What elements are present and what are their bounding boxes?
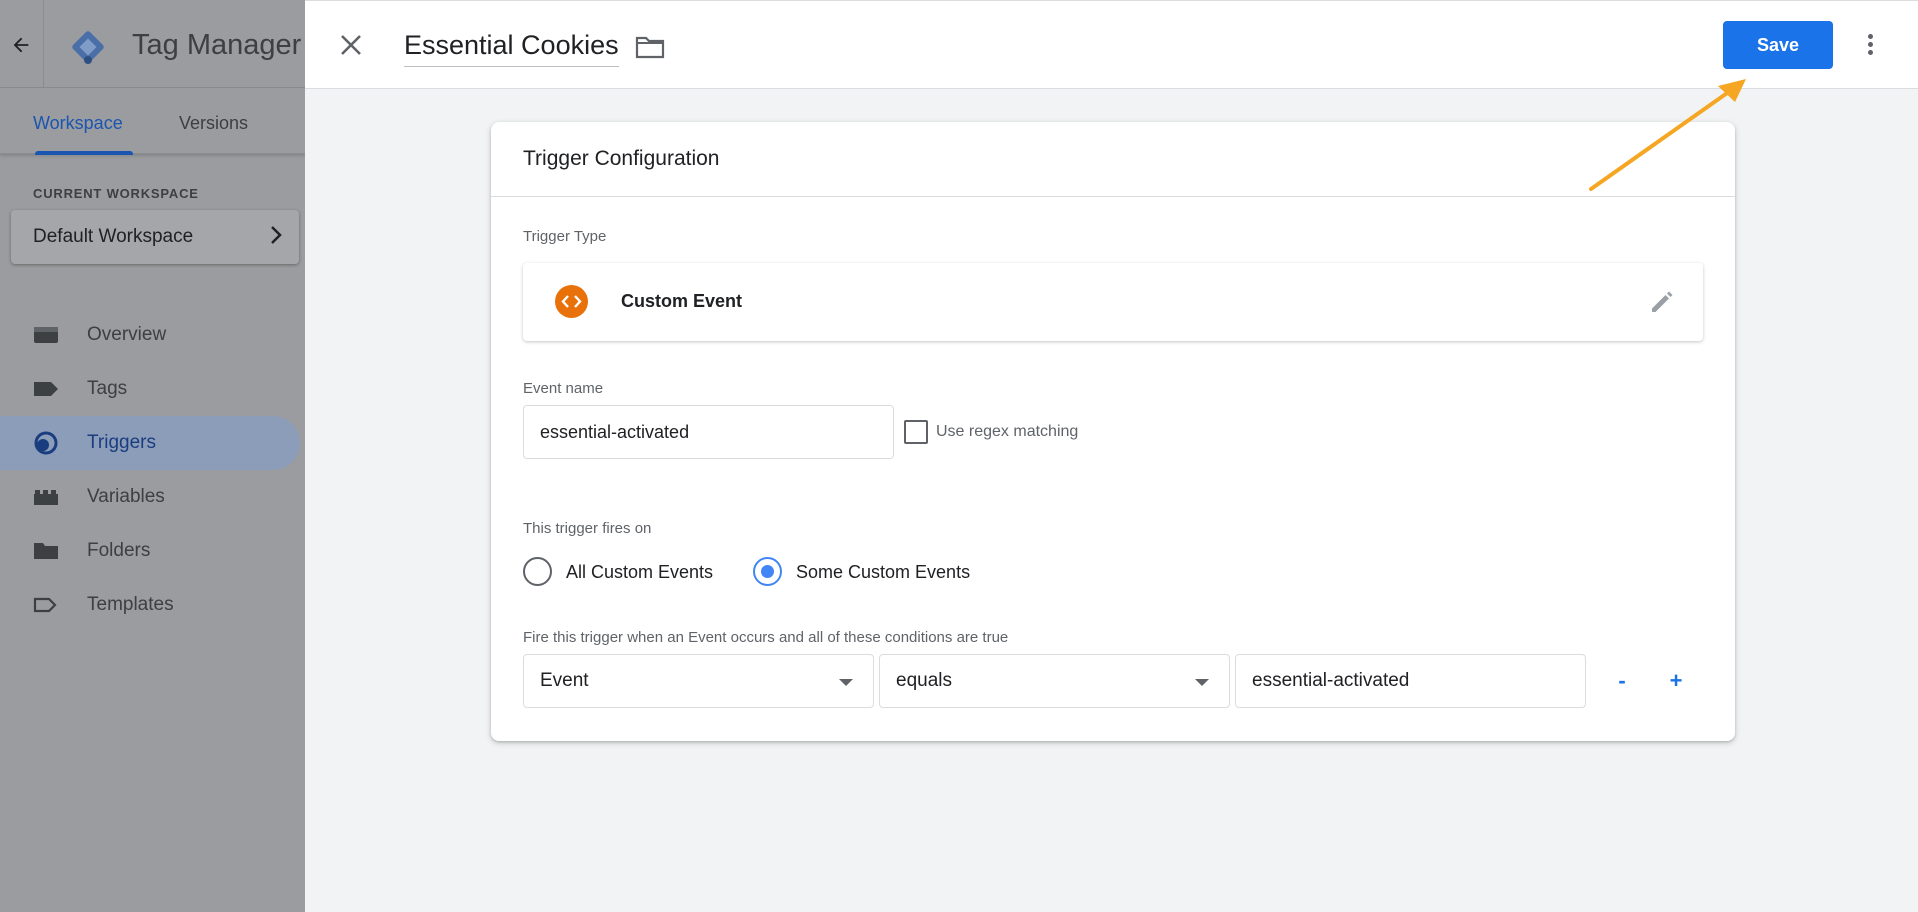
- condition-label: Fire this trigger when an Event occurs a…: [523, 629, 1009, 646]
- event-name-label: Event name: [523, 380, 604, 397]
- sidebar-item-label: Folders: [87, 540, 151, 561]
- event-name-input[interactable]: [523, 405, 894, 459]
- app-sidebar: Tag Manager Workspace Versions CURRENT W…: [0, 0, 305, 912]
- radio-label: All Custom Events: [566, 562, 714, 582]
- sidebar-item-label: Templates: [87, 594, 174, 615]
- trigger-icon: [33, 431, 59, 455]
- select-value: Event: [540, 670, 589, 691]
- close-icon[interactable]: [337, 31, 365, 59]
- sidebar-item-triggers[interactable]: Triggers: [0, 416, 300, 470]
- chevron-right-icon: [269, 224, 283, 252]
- condition-operator-select[interactable]: equals: [879, 654, 1230, 708]
- sidebar-item-label: Overview: [87, 324, 167, 345]
- fires-on-label: This trigger fires on: [523, 520, 652, 537]
- sidebar-item-label: Tags: [87, 378, 128, 399]
- card-title: Trigger Configuration: [523, 147, 720, 170]
- sidebar-item-variables[interactable]: Variables: [0, 470, 300, 524]
- pencil-edit-icon[interactable]: [1649, 289, 1675, 315]
- overview-icon: [33, 325, 59, 345]
- sidebar-item-folders[interactable]: Folders: [0, 524, 300, 578]
- tag-icon: [33, 379, 59, 399]
- select-value: equals: [896, 670, 952, 691]
- trigger-type-name: Custom Event: [621, 291, 743, 311]
- tag-manager-logo-icon: [68, 27, 108, 67]
- card-divider: [491, 196, 1735, 197]
- workspace-name: Default Workspace: [33, 226, 194, 247]
- remove-condition-button[interactable]: -: [1605, 664, 1639, 698]
- trigger-editor-panel: Essential Cookies Save Trigger Configura…: [305, 0, 1918, 912]
- tab-versions[interactable]: Versions: [179, 113, 248, 134]
- more-vert-icon[interactable]: [1863, 31, 1877, 59]
- sidebar-item-label: Triggers: [87, 432, 156, 453]
- dropdown-arrow-icon: [1195, 679, 1209, 686]
- trigger-configuration-card: Trigger Configuration Trigger Type Custo…: [491, 122, 1735, 741]
- folder-icon[interactable]: [635, 34, 665, 60]
- folder-icon: [33, 541, 59, 561]
- add-condition-button[interactable]: +: [1659, 664, 1693, 698]
- back-arrow-icon[interactable]: [10, 34, 34, 58]
- condition-variable-select[interactable]: Event: [523, 654, 874, 708]
- current-workspace-label: CURRENT WORKSPACE: [33, 186, 199, 201]
- app-title: Tag Manager: [132, 29, 302, 61]
- radio-circle: [523, 557, 552, 586]
- variables-icon: [33, 487, 59, 507]
- workspace-selector[interactable]: Default Workspace: [11, 210, 299, 264]
- workspace-tabs: Workspace Versions: [0, 88, 305, 155]
- sidebar-item-overview[interactable]: Overview: [0, 308, 300, 362]
- sidebar-item-tags[interactable]: Tags: [0, 362, 300, 416]
- trigger-type-label: Trigger Type: [523, 228, 607, 245]
- sidebar-item-label: Variables: [87, 486, 165, 507]
- sidebar-item-templates[interactable]: Templates: [0, 578, 300, 632]
- tab-workspace[interactable]: Workspace: [33, 113, 123, 134]
- regex-checkbox[interactable]: [904, 420, 928, 444]
- condition-value-input[interactable]: [1235, 654, 1586, 708]
- editor-header: Essential Cookies Save: [305, 0, 1918, 89]
- radio-label: Some Custom Events: [796, 562, 971, 582]
- custom-event-icon: [555, 285, 588, 318]
- app-topbar: Tag Manager: [0, 0, 305, 88]
- save-button[interactable]: Save: [1723, 21, 1833, 69]
- template-icon: [33, 595, 59, 615]
- topbar-divider: [43, 0, 44, 88]
- radio-circle: [753, 557, 782, 586]
- trigger-name-title[interactable]: Essential Cookies: [404, 30, 619, 67]
- regex-checkbox-label: Use regex matching: [936, 423, 1079, 440]
- dropdown-arrow-icon: [839, 679, 853, 686]
- active-tab-indicator: [35, 151, 133, 155]
- trigger-type-selector[interactable]: Custom Event: [523, 263, 1703, 341]
